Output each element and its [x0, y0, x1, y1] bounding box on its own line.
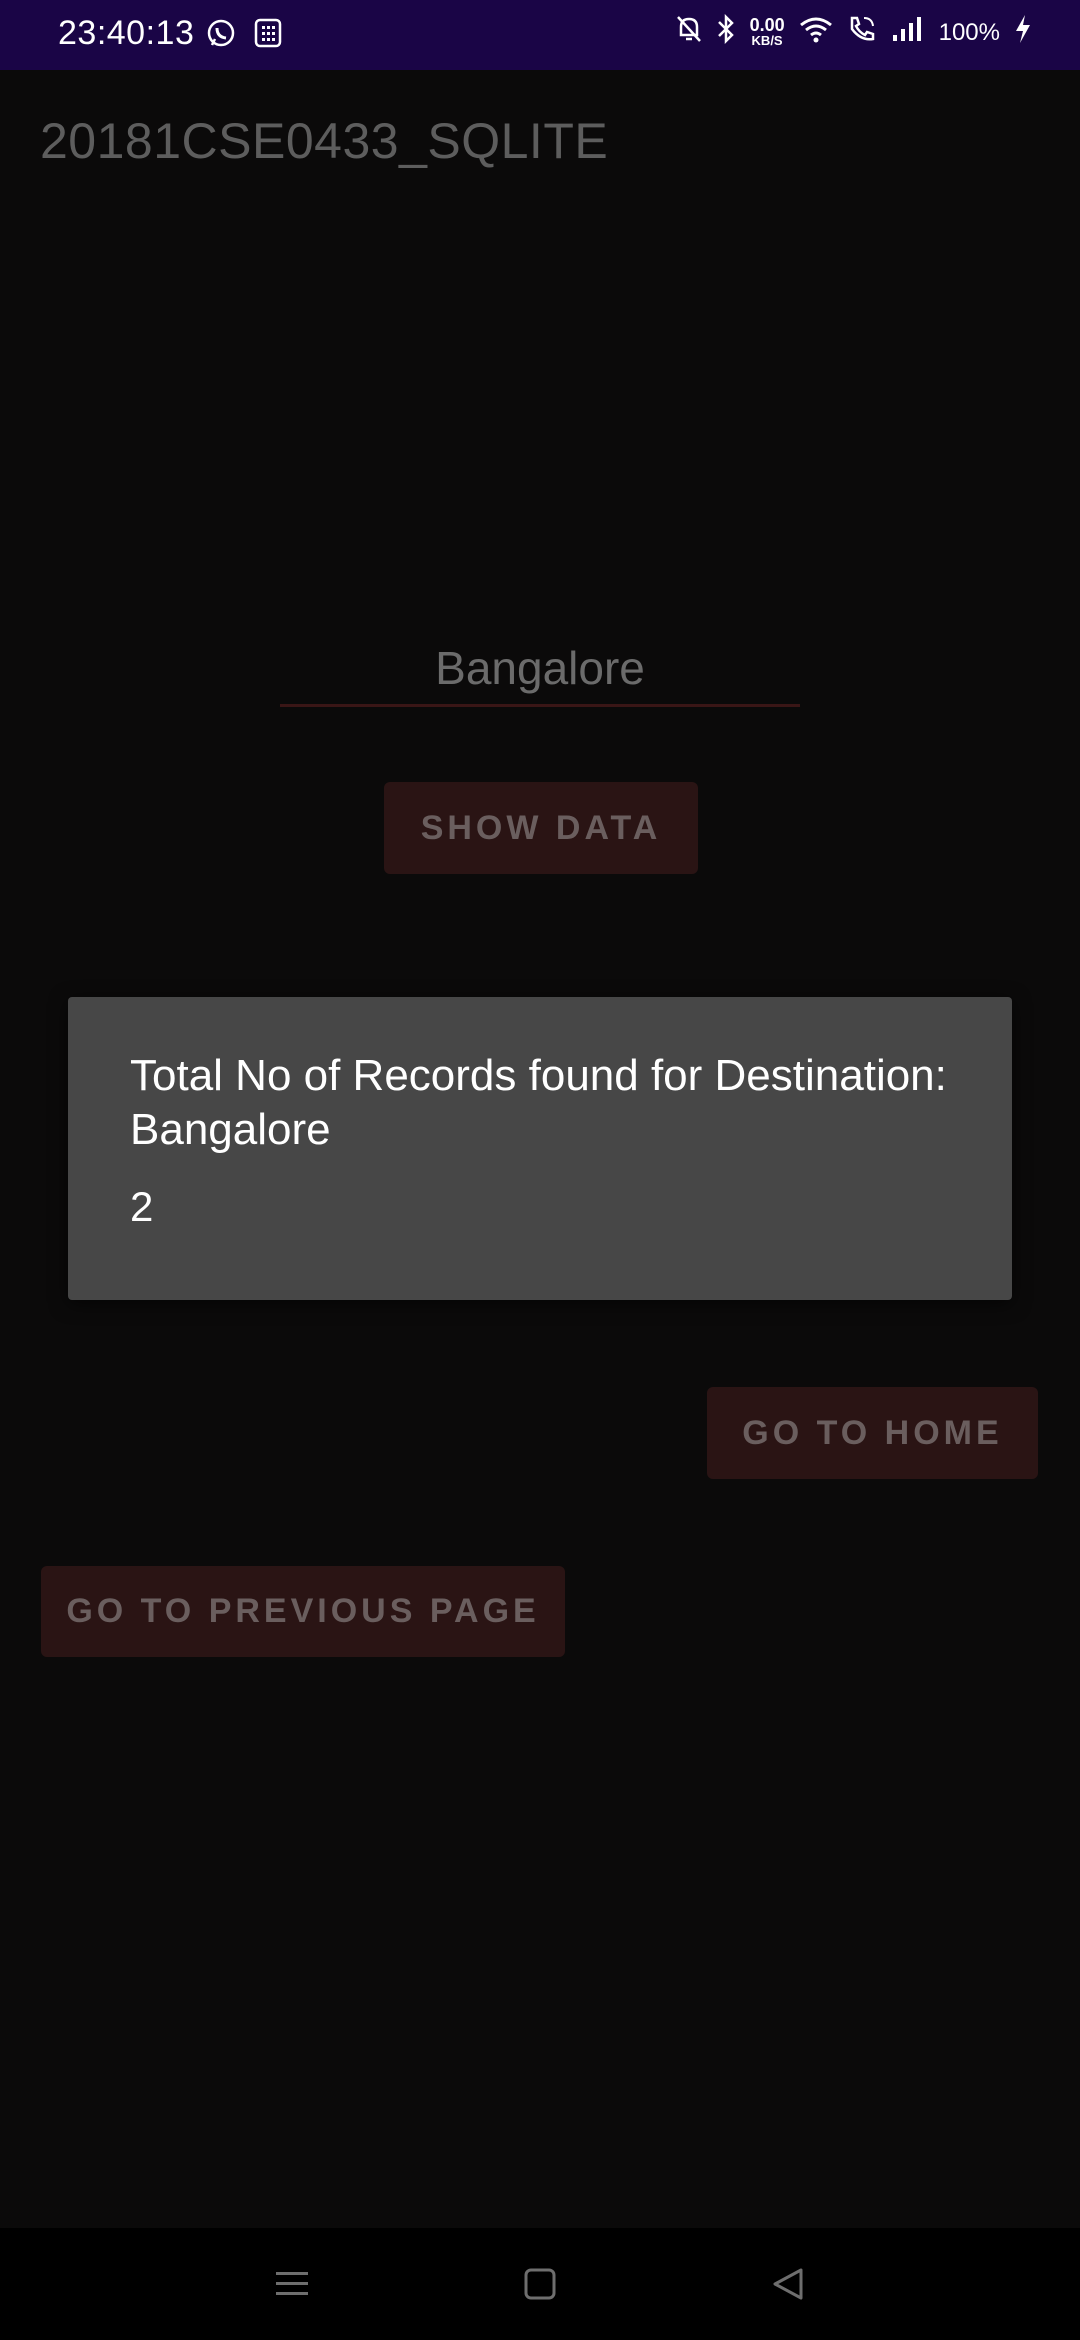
battery-level: 100%	[938, 18, 1000, 46]
back-triangle-icon[interactable]	[758, 2258, 818, 2310]
calculator-icon	[254, 18, 282, 53]
dialog-title: Total No of Records found for Destinatio…	[130, 1051, 947, 1154]
status-left-icons	[206, 18, 282, 53]
charging-icon	[1014, 14, 1032, 51]
net-speed-value: 0.00	[749, 14, 785, 35]
signal-icon	[891, 15, 925, 50]
status-time: 23:40:13	[58, 14, 195, 52]
navigation-bar	[0, 2228, 1080, 2340]
net-speed-unit: KB/S	[751, 32, 783, 48]
mute-bell-icon	[676, 15, 702, 50]
records-dialog: Total No of Records found for Destinatio…	[68, 997, 1012, 1300]
dialog-message: 2	[130, 1183, 154, 1230]
status-bar: 23:40:13 0.00 KB/S 100%	[0, 0, 1080, 70]
destination-input[interactable]	[280, 632, 800, 707]
whatsapp-icon	[206, 18, 236, 53]
show-data-button[interactable]: SHOW DATA	[384, 782, 698, 874]
app-title: 20181CSE0433_SQLITE	[40, 113, 609, 169]
wifi-icon	[799, 15, 833, 50]
wifi-call-icon	[847, 14, 877, 51]
home-square-icon[interactable]	[510, 2258, 570, 2310]
menu-icon[interactable]	[262, 2258, 322, 2310]
go-to-home-button[interactable]: GO TO HOME	[707, 1387, 1038, 1479]
go-to-previous-page-button[interactable]: GO TO PREVIOUS PAGE	[41, 1566, 565, 1657]
bluetooth-icon	[716, 13, 736, 51]
net-speed: 0.00 KB/S	[749, 14, 785, 48]
status-right-icons: 0.00 KB/S 100%	[676, 13, 1032, 51]
app-screen: 23:40:13 0.00 KB/S 100% 20181CSE0433_SQL…	[0, 0, 1080, 2340]
